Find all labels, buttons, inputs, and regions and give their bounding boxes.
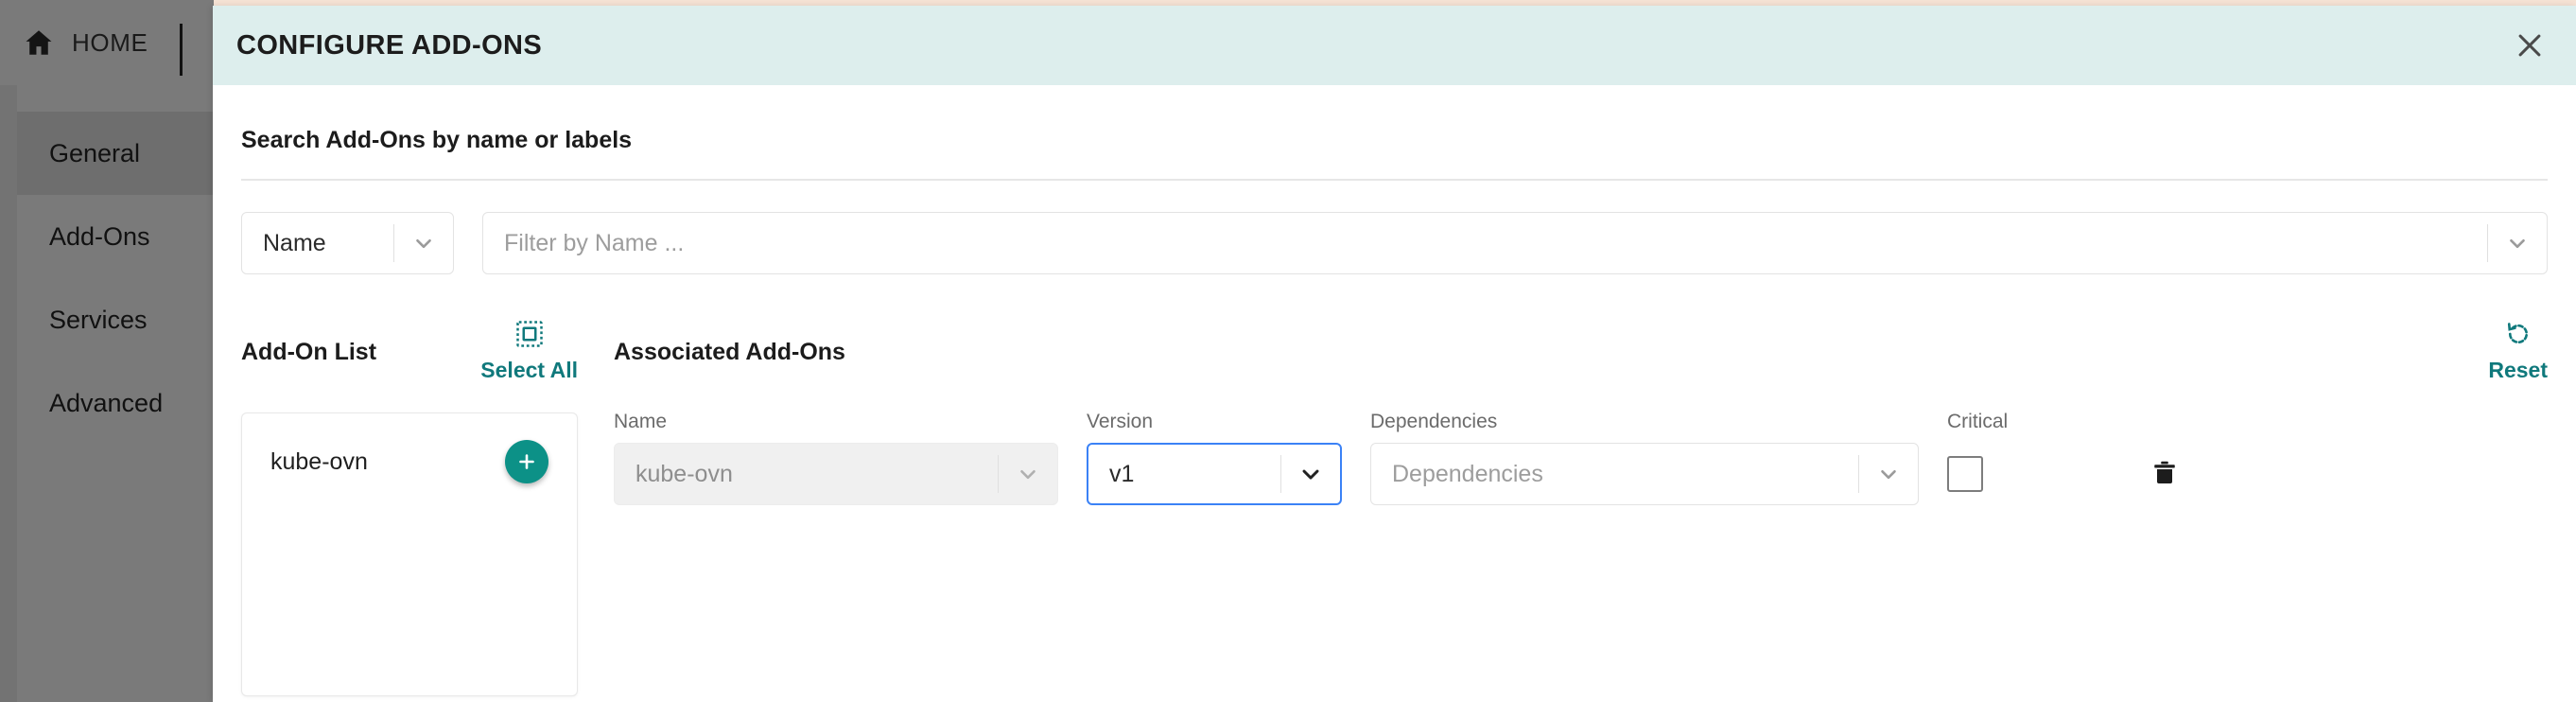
app-chrome: HOME General Add-Ons Services Advanced [0, 0, 214, 702]
page-title: CONFIGURE ADD-ONS [236, 29, 543, 61]
list-item[interactable]: kube-ovn [242, 413, 577, 483]
addon-list-title: Add-On List [241, 339, 377, 365]
content-columns: Add-On List Select All kube-ovn Associat… [241, 320, 2548, 696]
filter-type-value: Name [263, 229, 326, 256]
chevron-down-icon[interactable] [1281, 461, 1340, 487]
modal-body: Search Add-Ons by name or labels Name Fi… [213, 127, 2576, 702]
home-nav-link[interactable]: HOME [0, 0, 148, 85]
associated-addons-table: Name Version Dependencies Critical kube-… [614, 411, 2548, 505]
addon-list-column: Add-On List Select All kube-ovn [241, 320, 578, 696]
version-value: v1 [1109, 460, 1135, 487]
filter-type-select[interactable]: Name [241, 212, 454, 274]
sidebar-item-label: General [49, 138, 141, 167]
search-divider [241, 179, 2548, 181]
reset-button[interactable]: Reset [2488, 320, 2548, 383]
column-header-dependencies: Dependencies [1370, 411, 1498, 432]
filter-by-name-input[interactable]: Filter by Name ... [482, 212, 2548, 274]
top-navigation-bar: HOME [0, 0, 214, 85]
addon-list-card: kube-ovn [241, 412, 578, 696]
chevron-down-icon [394, 231, 453, 255]
associated-addons-header: Associated Add-Ons Reset [614, 320, 2548, 390]
associated-addons-title: Associated Add-Ons [614, 339, 845, 365]
sidebar-menu: General Add-Ons Services Advanced [17, 112, 214, 445]
close-icon[interactable] [2508, 24, 2551, 67]
add-addon-button[interactable] [505, 440, 548, 483]
sidebar-item-label: Advanced [49, 388, 164, 417]
select-all-label: Select All [480, 358, 578, 382]
reset-label: Reset [2488, 358, 2548, 382]
select-all-button[interactable]: Select All [480, 320, 578, 383]
addon-name: kube-ovn [270, 448, 368, 475]
version-select[interactable]: v1 [1087, 443, 1342, 505]
home-label: HOME [72, 27, 148, 57]
column-header-critical: Critical [1947, 411, 2009, 432]
search-section-heading: Search Add-Ons by name or labels [241, 127, 633, 153]
configure-addons-modal: CONFIGURE ADD-ONS Search Add-Ons by name… [213, 6, 2576, 702]
associated-addons-column: Associated Add-Ons Reset Name Version De… [614, 320, 2548, 696]
side-rail [0, 85, 17, 702]
trash-icon [2150, 458, 2179, 491]
table-row: kube-ovn v1 Dependencies [614, 443, 2548, 505]
chevron-down-icon [1859, 462, 1918, 486]
addon-name-value: kube-ovn [635, 460, 733, 487]
column-header-actions [2144, 433, 2257, 443]
row-dependencies-cell: Dependencies [1370, 443, 1919, 505]
sidebar-item-label: Add-Ons [49, 221, 150, 251]
topbar-divider [180, 24, 183, 76]
delete-row-button[interactable] [2144, 453, 2185, 495]
sidebar-item-label: Services [49, 305, 148, 334]
row-actions-cell [2144, 453, 2257, 495]
column-header-name: Name [614, 411, 668, 432]
sidebar-item-add-ons[interactable]: Add-Ons [17, 195, 214, 278]
row-version-cell: v1 [1087, 443, 1342, 505]
table-header-row: Name Version Dependencies Critical [614, 411, 2548, 443]
chevron-down-icon [2488, 231, 2547, 255]
filters-row: Name Filter by Name ... [241, 212, 2548, 274]
sidebar-item-services[interactable]: Services [17, 278, 214, 361]
select-all-icon [515, 320, 544, 353]
side-panel: General Add-Ons Services Advanced [0, 85, 214, 702]
sidebar-item-general[interactable]: General [17, 112, 214, 195]
modal-header: CONFIGURE ADD-ONS [213, 6, 2576, 85]
addon-list-header: Add-On List Select All [241, 320, 578, 390]
sidebar-item-advanced[interactable]: Advanced [17, 361, 214, 445]
critical-checkbox[interactable] [1947, 456, 1983, 492]
screen-root: HOME General Add-Ons Services Advanced C… [0, 0, 2576, 702]
chevron-down-icon [999, 462, 1057, 486]
column-header-version: Version [1087, 411, 1154, 432]
addon-name-select: kube-ovn [614, 443, 1058, 505]
home-icon [23, 26, 55, 59]
dependencies-select[interactable]: Dependencies [1370, 443, 1919, 505]
dependencies-placeholder: Dependencies [1392, 460, 1543, 487]
reset-icon [2504, 320, 2532, 353]
filter-by-name-placeholder: Filter by Name ... [504, 229, 685, 256]
row-critical-cell [1947, 456, 2117, 492]
row-name-cell: kube-ovn [614, 443, 1058, 505]
